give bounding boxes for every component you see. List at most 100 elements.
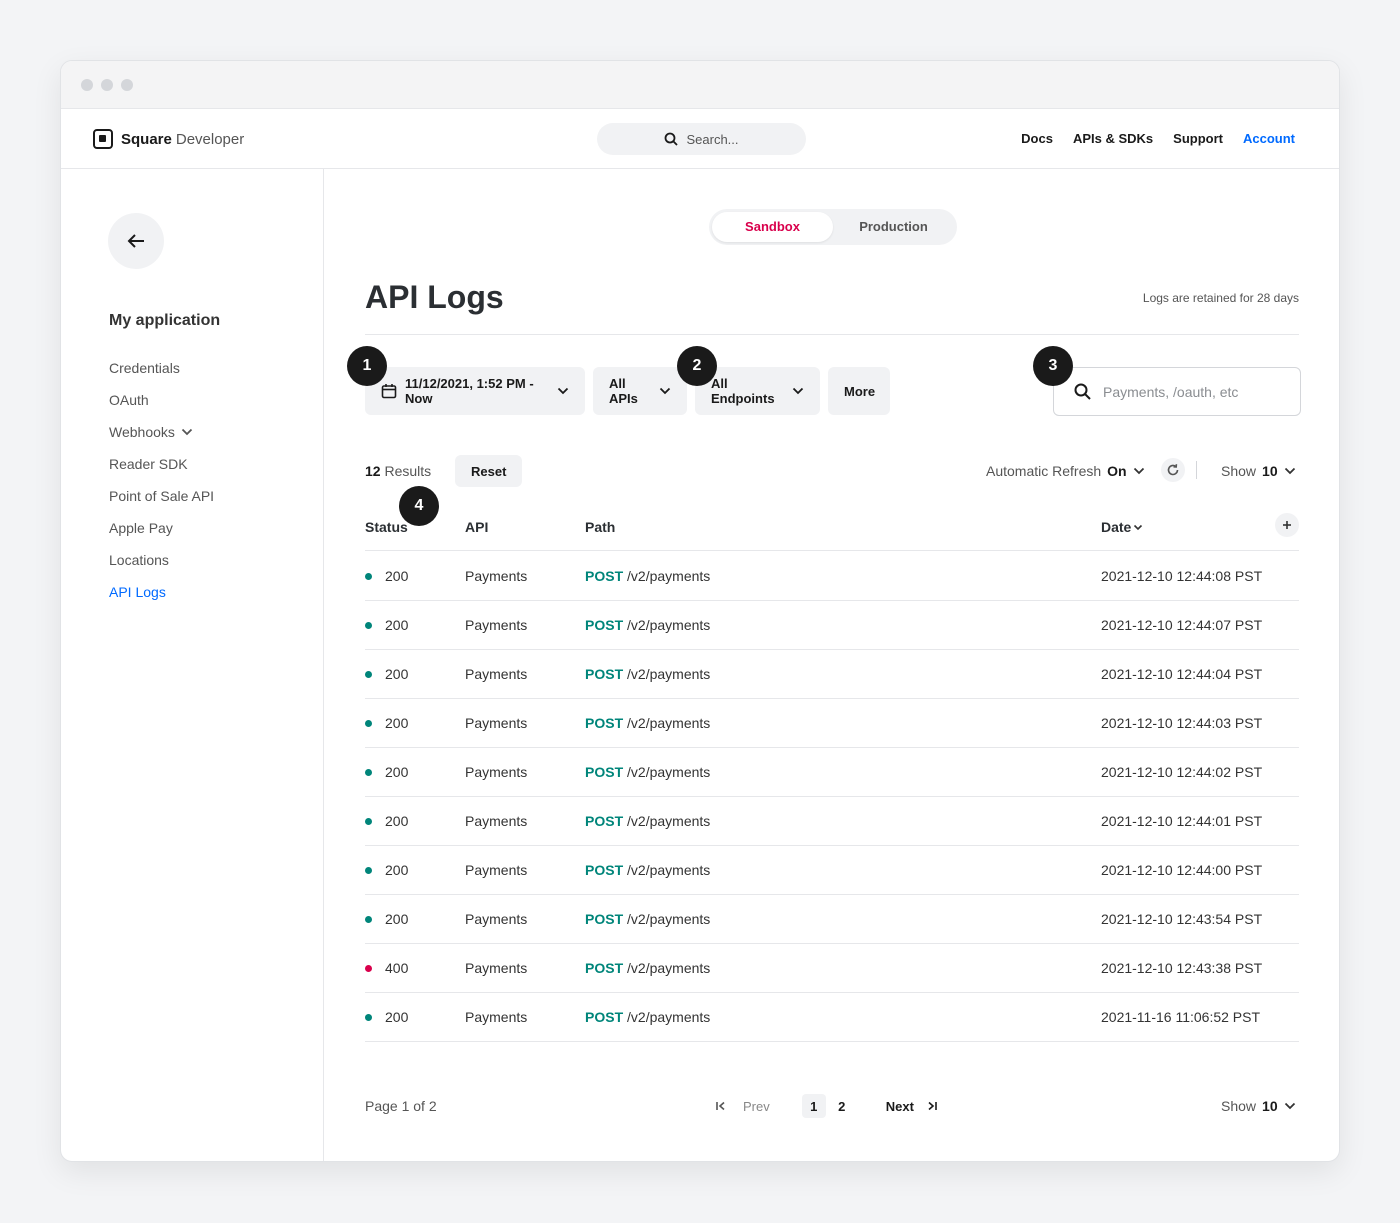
search-icon [1074,383,1091,400]
results-number: 12 [365,463,381,479]
sidebar-item-label: API Logs [109,584,166,600]
sidebar-item-reader-sdk[interactable]: Reader SDK [109,448,214,480]
sidebar-item-label: Locations [109,552,169,568]
toggle-production[interactable]: Production [833,212,954,242]
request-date: 2021-12-10 12:44:04 PST [1101,666,1263,682]
first-page-button[interactable] [709,1094,733,1118]
table-row[interactable]: 200 Payments POST /v2/payments 2021-12-10 1… [365,895,1299,944]
global-search[interactable]: Search... [597,123,806,155]
auto-refresh-control[interactable]: Automatic Refresh On [986,463,1145,479]
column-date[interactable]: Date [1101,519,1143,535]
nav-link-apis-sdks[interactable]: APIs & SDKs [1073,131,1153,146]
refresh-icon [1166,463,1180,477]
callout-badge-4: 4 [399,486,439,526]
status-code: 200 [385,617,409,633]
column-date-label: Date [1101,519,1132,535]
more-filters-button[interactable]: More [828,367,890,415]
status-code: 200 [385,764,409,780]
request-date: 2021-12-10 12:44:00 PST [1101,862,1263,878]
sidebar-item-label: Credentials [109,360,180,376]
search-icon [664,132,679,146]
sidebar-item-oauth[interactable]: OAuth [109,384,214,416]
table-row[interactable]: 200 Payments POST /v2/payments 2021-12-10 1… [365,748,1299,797]
status-code: 200 [385,911,409,927]
log-search-input[interactable] [1103,383,1283,400]
sidebar-item-api-logs[interactable]: API Logs [109,576,214,608]
path-value: /v2/payments [627,666,711,682]
page-1-button[interactable]: 1 [801,1094,826,1118]
page-size-selector-top[interactable]: Show 10 [1221,463,1296,479]
top-nav: Square Developer Search... Docs APIs & S… [61,109,1339,169]
api-name: Payments [465,813,528,829]
auto-refresh-state: On [1107,463,1127,479]
api-filter[interactable]: All APIs [593,367,687,415]
date-range-filter[interactable]: 11/12/2021, 1:52 PM - Now [365,367,585,415]
sidebar-item-webhooks[interactable]: Webhooks [109,416,214,448]
column-path[interactable]: Path [585,519,615,535]
table-row[interactable]: 200 Payments POST /v2/payments 2021-12-10 1… [365,552,1299,601]
refresh-button[interactable] [1161,458,1185,482]
sidebar-item-locations[interactable]: Locations [109,544,214,576]
path-value: /v2/payments [627,568,711,584]
request-date: 2021-12-10 12:44:01 PST [1101,813,1263,829]
date-range-value: 11/12/2021, 1:52 PM - Now [405,376,534,406]
auto-refresh-label: Automatic Refresh [986,463,1102,479]
path-value: /v2/payments [627,715,711,731]
column-api[interactable]: API [465,519,488,535]
page-size-selector-bottom[interactable]: Show 10 [1221,1098,1296,1114]
reset-button[interactable]: Reset [455,455,523,487]
sidebar-item-credentials[interactable]: Credentials [109,352,214,384]
status-code: 200 [385,862,409,878]
table-row[interactable]: 200 Payments POST /v2/payments 2021-12-10 1… [365,650,1299,699]
status-code: 400 [385,960,409,976]
table-row[interactable]: 400 Payments POST /v2/payments 2021-12-10 1… [365,944,1299,993]
request-path: POST /v2/payments [585,617,710,633]
sidebar-item-label: Point of Sale API [109,488,215,504]
next-page-button[interactable]: Next [886,1094,914,1118]
last-page-button[interactable] [920,1094,944,1118]
back-button[interactable] [108,213,164,269]
add-column-button[interactable] [1275,513,1299,537]
log-search-box[interactable] [1053,367,1301,416]
status-dot [365,965,372,972]
page-info: Page 1 of 2 [365,1098,437,1114]
status-code: 200 [385,715,409,731]
path-value: /v2/payments [627,862,711,878]
sidebar-item-point-of-sale-api[interactable]: Point of Sale API [109,480,214,512]
prev-page-button[interactable]: Prev [743,1094,770,1118]
nav-link-account[interactable]: Account [1243,131,1295,146]
path-value: /v2/payments [627,960,711,976]
path-value: /v2/payments [627,911,711,927]
sidebar: My application Credentials OAuth Webhook… [61,169,324,1161]
brand-logo[interactable]: Square Developer [93,129,244,149]
page-2-button[interactable]: 2 [830,1094,854,1118]
http-method: POST [585,862,624,878]
square-logo-icon [93,129,113,149]
table-row[interactable]: 200 Payments POST /v2/payments 2021-12-10 1… [365,846,1299,895]
table-row[interactable]: 200 Payments POST /v2/payments 2021-12-10 1… [365,699,1299,748]
results-count: 12 Results [365,463,431,479]
table-row[interactable]: 200 Payments POST /v2/payments 2021-12-10 1… [365,797,1299,846]
show-label: Show [1221,463,1257,479]
environment-toggle: Sandbox Production [709,209,957,245]
close-dot[interactable] [81,79,93,91]
minimize-dot[interactable] [101,79,113,91]
plus-icon [1282,520,1292,530]
maximize-dot[interactable] [121,79,133,91]
column-status[interactable]: Status [365,519,408,535]
path-value: /v2/payments [627,1009,711,1025]
nav-link-support[interactable]: Support [1173,131,1223,146]
divider [1196,461,1197,479]
status-dot [365,1014,372,1021]
sidebar-item-apple-pay[interactable]: Apple Pay [109,512,214,544]
request-path: POST /v2/payments [585,764,710,780]
request-date: 2021-11-16 11:06:52 PST [1101,1009,1261,1025]
show-label: Show [1221,1098,1257,1114]
api-name: Payments [465,715,528,731]
toggle-sandbox[interactable]: Sandbox [712,212,833,242]
http-method: POST [585,568,624,584]
nav-link-docs[interactable]: Docs [1021,131,1053,146]
request-date: 2021-12-10 12:44:07 PST [1101,617,1263,633]
table-row[interactable]: 200 Payments POST /v2/payments 2021-12-10 1… [365,601,1299,650]
table-row[interactable]: 200 Payments POST /v2/payments 2021-11-16 1… [365,993,1299,1042]
